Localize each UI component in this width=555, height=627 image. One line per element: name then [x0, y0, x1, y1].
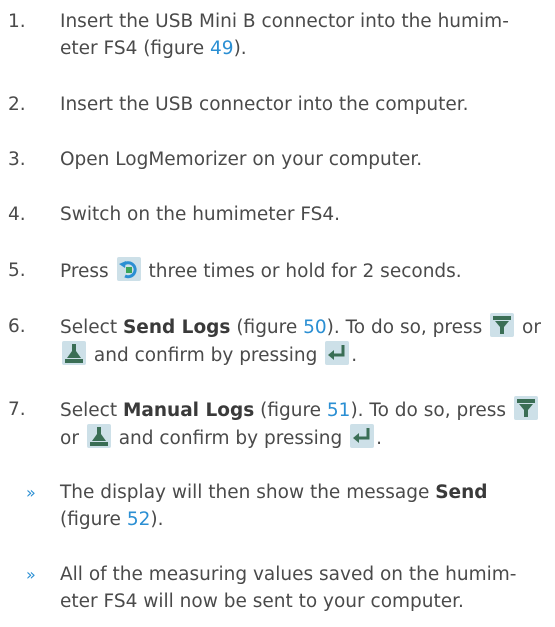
bullet-text: The display will then show the message S…	[60, 482, 488, 530]
up-arrow-icon	[62, 341, 86, 365]
figure-link[interactable]: 49	[210, 38, 234, 59]
instruction-page: 1. Insert the USB Mini B connector into …	[0, 0, 555, 627]
step-text: Insert the USB connector into the comput…	[60, 94, 469, 115]
step-number: 7.	[8, 399, 26, 420]
enter-icon	[325, 341, 350, 365]
bullet-marker: »	[26, 483, 36, 502]
step-text: Insert the USB Mini B connector into the…	[60, 11, 509, 59]
step-number: 6.	[8, 316, 26, 337]
figure-link[interactable]: 50	[303, 317, 327, 338]
down-arrow-icon	[490, 313, 515, 337]
figure-link[interactable]: 51	[327, 400, 351, 421]
step-number: 4.	[8, 204, 26, 225]
step-text: Press three times or hold for 2 seconds.	[60, 257, 549, 285]
step-number: 3.	[8, 149, 26, 170]
step-number: 2.	[8, 94, 26, 115]
rotate-arrow-icon	[116, 257, 141, 281]
figure-link[interactable]: 52	[127, 509, 151, 530]
step-text: Select Manual Logs (figure 51). To do so…	[60, 396, 549, 452]
step-number: 5.	[8, 260, 26, 281]
enter-icon	[350, 424, 375, 448]
step-number: 1.	[8, 11, 26, 32]
bullet-marker: »	[26, 565, 36, 584]
step-text: Switch on the humimeter FS4.	[60, 204, 341, 225]
bullet-text: All of the measuring values saved on the…	[60, 564, 517, 612]
step-text: Select Send Logs (figure 50). To do so, …	[60, 313, 549, 369]
up-arrow-icon	[86, 424, 111, 448]
down-arrow-icon	[513, 396, 538, 420]
step-text: Open LogMemorizer on your computer.	[60, 149, 423, 170]
